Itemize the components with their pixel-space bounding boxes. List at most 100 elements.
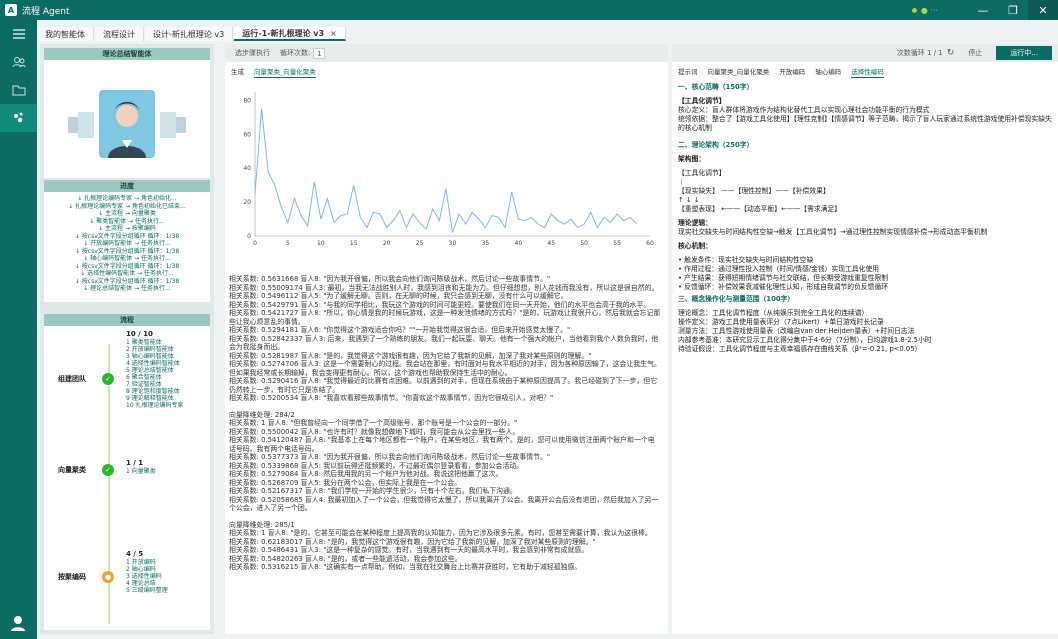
flow-step-name: 按聚编码 xyxy=(58,573,86,581)
menu-icon xyxy=(12,29,25,39)
theory-document: 一、核心范畴（150字） 【工具化调节】 核心定义：盲人群体将游戏作为结构化替代工具… xyxy=(678,80,1056,354)
flow-step-name: 组建团队 xyxy=(58,375,86,383)
flow-step-team[interactable]: 组建团队 ✓ 10 / 10 1 聚类智能体 2 开放编码智能体 3 轴心编码智… xyxy=(44,330,210,409)
flow-substep: 1 聚类智能体 xyxy=(126,339,162,346)
y-tick-label: 80 xyxy=(243,97,251,104)
progress-card: 进度 ↓ 扎根理论编码专家 → 角色初始化... ↓ 扎根理论编码专家 → 角色… xyxy=(44,180,210,302)
nav-rail xyxy=(0,20,37,639)
subtab-selective-coding[interactable]: 选择性编码 xyxy=(851,66,884,78)
subtab-axial-coding[interactable]: 轴心编码 xyxy=(815,66,841,78)
doc-line: 统领依据：整合了【游戏工具化使用】【理性克制】【情感调节】等子范畴，揭示了盲人玩… xyxy=(678,115,1052,132)
flow-step-count: 4 / 5 xyxy=(126,550,144,558)
x-tick-label: 40 xyxy=(515,240,523,247)
progress-item: ↓ 主流程 → 向量聚类 xyxy=(98,210,156,217)
doc-line: 核心定义：盲人群体将游戏作为结构化替代工具以实现心理社会功能平衡的行为模式 xyxy=(678,106,930,114)
tab-flow-design[interactable]: 流程设计 xyxy=(95,27,144,41)
document-tabs: 我的智能体 流程设计 设计-新扎根理论 v3 运行-1-新扎根理论 v3 × xyxy=(37,27,1058,41)
log-line: 相关系数: 0.5339868 盲人5: 我以前玩得还挺频繁的，不过最近偶尔登录… xyxy=(229,461,524,470)
log-line: 相关系数: 0.5631668 盲人8: "因为我开很偏，所以我会向他们询问陈级… xyxy=(229,275,551,283)
x-tick-label: 0 xyxy=(253,240,257,247)
log-line: 相关系数: 0.5421727 盲人8: "所以，你心情是我的时候玩游戏，这是一… xyxy=(229,309,661,326)
log-line: 向量降维处理: 284/2 xyxy=(229,410,295,419)
rail-flow[interactable] xyxy=(0,104,37,132)
doc-line: 三、概念操作化与测量范围（100字） xyxy=(678,295,795,303)
flow-substep: 5 三级编码整理 xyxy=(126,587,168,594)
minimize-icon[interactable]: — xyxy=(968,0,998,20)
flow-substep: 2 轴心编码 xyxy=(126,566,156,573)
rail-files[interactable] xyxy=(0,76,37,104)
rail-agents[interactable] xyxy=(0,48,37,76)
tab-label: 运行-1-新扎根理论 v3 xyxy=(242,28,325,38)
app-logo-icon: A xyxy=(5,4,17,16)
log-line: 相关系数: 0.5279084 盲人8: 然后我用我的另一个账户为他对战。我说这… xyxy=(229,470,503,478)
progress-item: ↓ 按csv文件字段分组循环 循环：1/38 xyxy=(74,262,180,270)
progress-item: ↓ 扎根理论编码专家 → 角色初始化已结束... xyxy=(68,202,186,210)
flow-substep: 3 选择性编码 xyxy=(126,573,162,580)
x-tick-label: 30 xyxy=(449,240,457,247)
refresh-icon[interactable]: ↻ xyxy=(947,48,955,58)
running-icon: ● xyxy=(102,571,114,583)
doc-line: 理论逻辑： xyxy=(678,219,712,227)
check-icon: ✓ xyxy=(102,464,114,476)
doc-line: 核心机制： xyxy=(678,242,712,250)
log-output: 相关系数: 0.5631668 盲人8: "因为我开很偏，所以我会向他们询问陈级… xyxy=(229,258,661,630)
log-line: 相关系数: 0.5500042 盲人8: "也许有时？就像我想做地下城时，我可能… xyxy=(229,427,520,436)
log-line: 向量降维处理: 285/1 xyxy=(229,520,295,529)
doc-line: • 反馈循环：补偿效果衰减催化理性认知，形成自我调节的负反馈循环 xyxy=(678,283,889,291)
flow-step-detail: 10 / 10 1 聚类智能体 2 开放编码智能体 3 轴心编码智能体 4 选择… xyxy=(126,330,184,409)
flow-substep: 1 开放编码 xyxy=(126,559,156,566)
app-window: A 流程 Agent ● ··· — ❐ ✕ 我的智能体 流程设计 设计-新扎根… xyxy=(0,0,1058,639)
tab-run[interactable]: 运行-1-新扎根理论 v3 × xyxy=(234,27,346,41)
log-line: 相关系数: 0.5290416 盲人8: "我觉得最近的比赛有点困难。以前遇到的… xyxy=(229,377,658,394)
y-tick-label: 40 xyxy=(243,165,251,172)
title-bar: A 流程 Agent ● ··· — ❐ ✕ xyxy=(0,0,1058,20)
x-tick-label: 20 xyxy=(383,240,391,247)
flow-card: 流程 组建团队 ✓ 10 / 10 1 聚类智能体 2 开放编码智能体 3 轴心… xyxy=(44,314,210,630)
rail-menu[interactable] xyxy=(0,20,37,48)
log-line: 相关系数: 0.52058685 盲人4: 我最初加入了一个公会，但我觉得它太慢… xyxy=(229,495,659,513)
log-line: 相关系数: 0.5274706 盲人3: 这是一个需要耐心的过程。我会站在那里，… xyxy=(229,360,661,377)
subtab-cluster[interactable]: 向量聚类_向量化聚类 xyxy=(708,66,770,78)
doc-line: 二、理论架构（250字） xyxy=(678,141,754,149)
subtab-open-coding[interactable]: 开放编码 xyxy=(779,66,805,78)
flow-substep: 6 聚合智能体 xyxy=(126,374,162,381)
agent-avatar xyxy=(44,60,210,178)
log-line: 相关系数: 0.52167317 盲人8: "我们学校一开始的学生很少，只有十个… xyxy=(229,487,517,495)
flow-substep: 5 理论总结智能体 xyxy=(126,367,174,374)
doc-line: 【重塑表现】 ←——【动态平衡】←——【需求满足】 xyxy=(678,205,842,213)
doc-line: 一、核心范畴（150字） xyxy=(678,83,754,91)
x-tick-label: 45 xyxy=(547,240,555,247)
running-button[interactable]: 运行中... xyxy=(996,46,1052,60)
tab-close-icon[interactable]: × xyxy=(330,29,337,38)
close-icon[interactable]: ✕ xyxy=(1028,0,1058,20)
x-tick-label: 5 xyxy=(286,240,290,247)
y-tick-label: 60 xyxy=(243,131,251,138)
y-tick-label: 20 xyxy=(243,199,251,206)
subtab-prompt[interactable]: 提示词 xyxy=(678,66,698,78)
output-panel: 选步骤执行 循环次数: 1 生成 向量聚类_向量化聚类 0 20 40 60 80 0 5 1… xyxy=(225,44,668,634)
flow-substep: 2 开放编码智能体 xyxy=(126,346,174,353)
flow-step-cluster[interactable]: 向量聚类 ✓ 1 / 1 1 向量聚类 xyxy=(44,459,210,476)
left-splitter[interactable] xyxy=(218,44,222,634)
output-subtabs: 生成 向量聚类_向量化聚类 xyxy=(225,62,668,78)
subtab-generate[interactable]: 生成 xyxy=(231,66,244,78)
flow-step-coding[interactable]: 按聚编码 ● 4 / 5 1 开放编码 2 轴心编码 3 选择性编码 4 理论总… xyxy=(44,550,210,594)
log-line: 相关系数: 0.5294181 盲人6: "你觉得这个游戏适合你吗？""一开始我… xyxy=(229,326,571,334)
stop-button[interactable]: 停止 xyxy=(968,48,982,58)
flow-substep: 3 轴心编码智能体 xyxy=(126,353,174,360)
doc-line: 测量方法：工具性游戏使用量表（改编自van der Heijden量表）+时间日… xyxy=(678,327,915,335)
user-avatar-icon[interactable] xyxy=(8,613,28,633)
step-select-label[interactable]: 选步骤执行 xyxy=(235,48,270,58)
doc-line: 内部参考基准：本研究显示工具化得分集中于4-6分（7分制），日均游戏1.8-2.… xyxy=(678,336,932,344)
tab-my-agents[interactable]: 我的智能体 xyxy=(37,27,94,41)
folder-icon xyxy=(12,85,25,96)
log-line: 相关系数: 0.54820263 盲人8: "是的，或者一些能遗活动，我会参加这… xyxy=(229,554,462,563)
subtab-cluster[interactable]: 向量聚类_向量化聚类 xyxy=(254,66,316,78)
tab-design[interactable]: 设计-新扎根理论 v3 xyxy=(145,27,234,41)
maximize-icon[interactable]: ❐ xyxy=(998,0,1028,20)
progress-sidebar: 理论总结智能体 进度 ↓ 扎根理论编码专家 → 角色初始化... ↓ 扎根理论编… xyxy=(40,44,214,634)
loop-count-input[interactable]: 1 xyxy=(313,47,326,59)
x-tick-label: 50 xyxy=(580,240,588,247)
result-panel: 次数循环 1 / 1 ↻ 停止 运行中... 提示词 向量聚类_向量化聚类 开放… xyxy=(672,44,1058,634)
